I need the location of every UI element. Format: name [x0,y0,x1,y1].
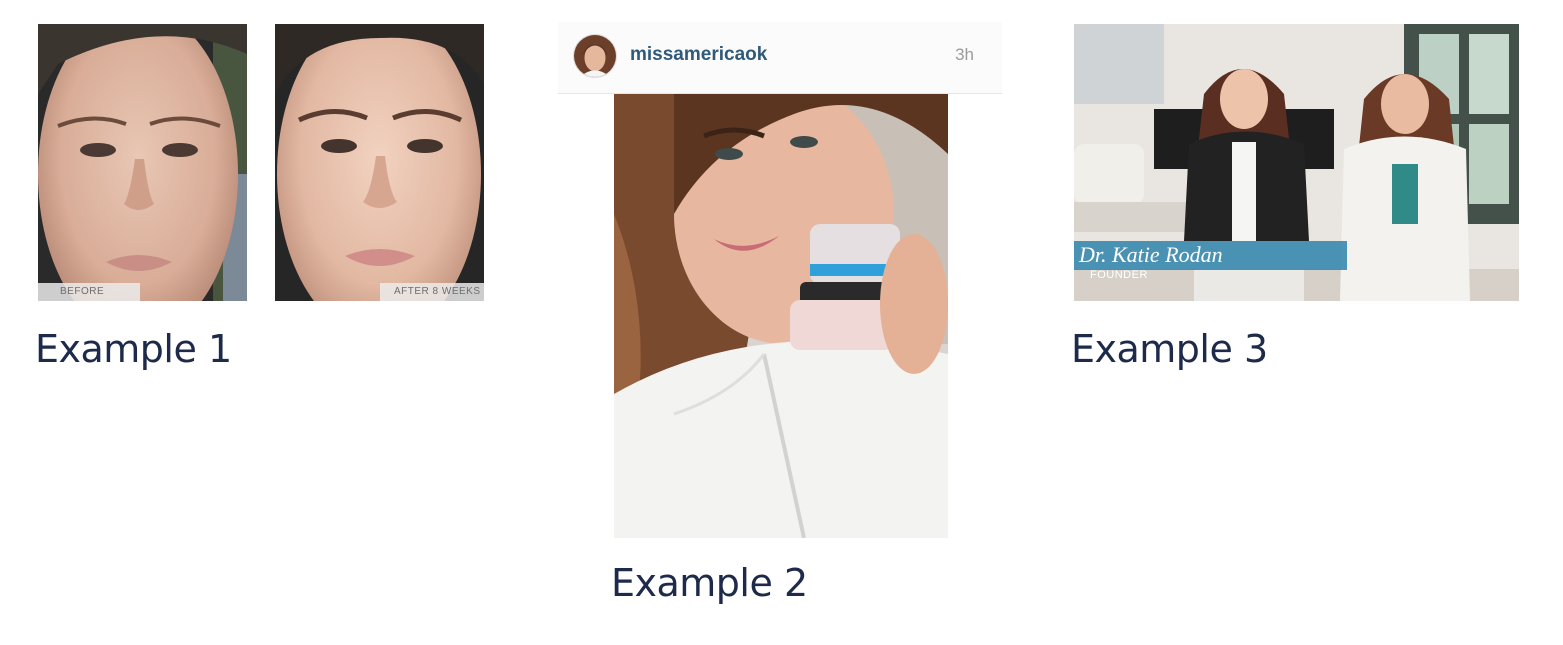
name-lower-third: Dr. Katie Rodan [1074,241,1347,270]
before-photo: BEFORE [38,24,247,301]
profile-avatar[interactable] [573,34,617,78]
selfie-photo [614,94,948,538]
post-time: 3h [955,45,974,64]
video-still: Dr. Katie Rodan FOUNDER [1074,24,1519,301]
post-username[interactable]: missamericaok [630,44,767,66]
lower-third-role: FOUNDER [1090,269,1148,281]
example-2-caption: Example 2 [611,561,808,605]
after-label: AFTER 8 WEEKS [380,283,484,301]
example-3-caption: Example 3 [1071,327,1268,371]
example-1-caption: Example 1 [35,327,232,371]
after-photo: AFTER 8 WEEKS [275,24,484,301]
post-header: missamericaok 3h [558,22,1002,94]
lower-third-name: Dr. Katie Rodan [1079,242,1223,267]
before-label: BEFORE [38,283,140,301]
